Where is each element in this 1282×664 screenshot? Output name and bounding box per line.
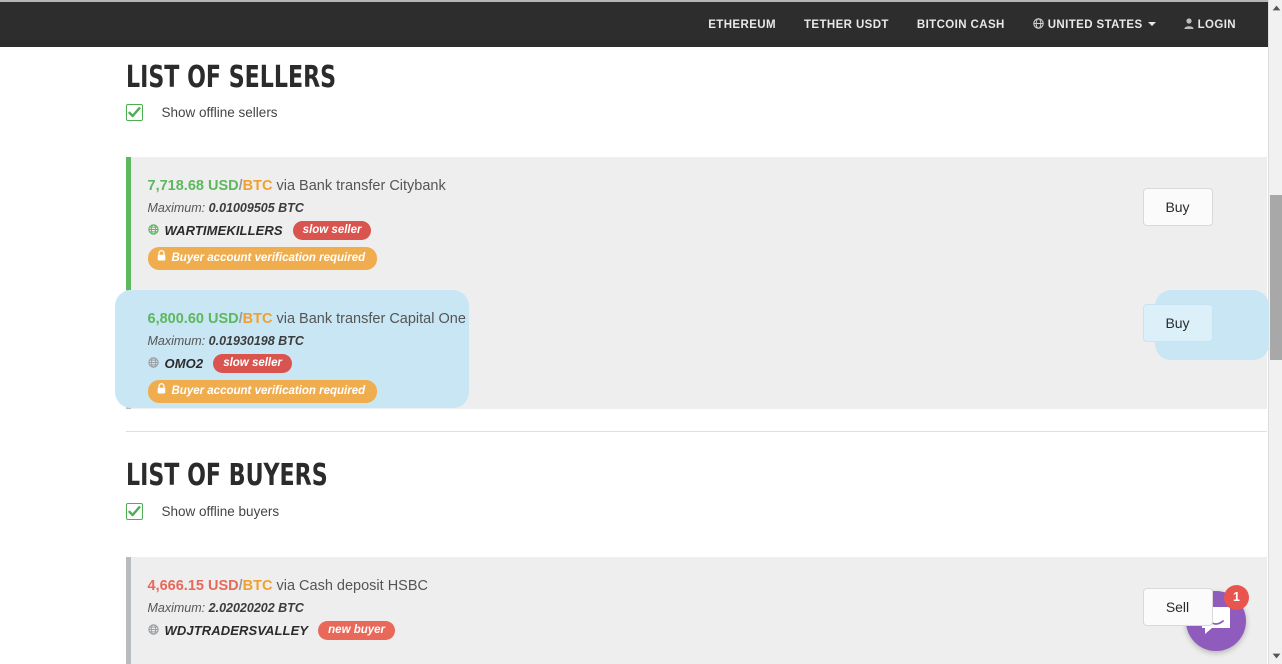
trader-speed-badge: slow seller [213, 353, 292, 374]
show-offline-buyers-row[interactable]: Show offline buyers [125, 503, 280, 520]
globe-online-icon [147, 222, 159, 240]
price-line: 4,666.15 USD/BTC via Cash deposit HSBC [147, 578, 429, 595]
price-value: 7,718.68 [147, 178, 204, 194]
maximum-label: Maximum: [147, 600, 206, 615]
show-offline-buyers-label: Show offline buyers [161, 504, 280, 519]
maximum-line: Maximum: 2.02020202 BTC [148, 601, 429, 615]
currency-to: BTC [242, 311, 273, 327]
verification-required-text: Buyer account verification required [171, 384, 366, 397]
payment-method: via Bank transfer Citybank [276, 178, 446, 194]
sellers-section-title: LIST OF SELLERS [125, 60, 336, 95]
seller-listing-row[interactable]: 7,718.68 USD/BTC via Bank transfer Cityb… [125, 157, 1267, 290]
page-scrollbar[interactable] [1268, 0, 1282, 664]
trader-line: WARTIMEKILLERS slow seller [147, 220, 446, 241]
verification-required-text: Buyer account verification required [171, 251, 366, 264]
nav-item-tether-usdt[interactable]: TETHER USDT [790, 19, 903, 31]
nav-item-bitcoin-cash-label: BITCOIN CASH [916, 18, 1005, 31]
maximum-line: Maximum: 0.01009505 BTC [148, 201, 446, 215]
maximum-line: Maximum: 0.01930198 BTC [148, 334, 466, 348]
nav-item-login[interactable]: LOGIN [1170, 17, 1250, 32]
nav-item-tether-usdt-label: TETHER USDT [803, 18, 889, 31]
seller-listing-row[interactable]: 6,800.60 USD/BTC via Bank transfer Capit… [125, 290, 1267, 409]
seller-listing-info: 6,800.60 USD/BTC via Bank transfer Capit… [126, 290, 466, 403]
maximum-label: Maximum: [147, 200, 206, 215]
maximum-value: 0.01930198 BTC [208, 333, 304, 348]
nav-item-country-label: UNITED STATES [1047, 18, 1143, 31]
globe-offline-icon [147, 622, 159, 640]
seller-action: Buy [1142, 188, 1213, 226]
lock-icon [157, 250, 166, 265]
price-value: 6,800.60 [147, 311, 204, 327]
globe-offline-icon [147, 355, 159, 373]
lock-icon [157, 383, 166, 398]
page-content: LIST OF SELLERS Show offline sellers 7,7… [0, 47, 1269, 664]
show-offline-sellers-row[interactable]: Show offline sellers [125, 104, 278, 121]
chevron-down-icon [1147, 21, 1156, 26]
price-value: 4,666.15 [147, 578, 204, 594]
nav-item-ethereum-label: ETHEREUM [708, 18, 776, 31]
payment-method: via Cash deposit HSBC [276, 578, 428, 594]
user-icon [1183, 17, 1194, 32]
trader-name[interactable]: WARTIMEKILLERS [165, 223, 283, 238]
show-offline-sellers-label: Show offline sellers [161, 105, 278, 120]
nav-item-country-selector[interactable]: UNITED STATES [1019, 17, 1170, 32]
trader-speed-badge: slow seller [292, 220, 372, 241]
nav-item-bitcoin-cash[interactable]: BITCOIN CASH [903, 19, 1019, 31]
seller-action: Buy [1142, 304, 1213, 342]
scroll-up-arrow-icon[interactable] [1269, 0, 1282, 16]
buyer-action: Sell [1142, 588, 1213, 626]
globe-icon [1032, 17, 1044, 32]
top-navigation-bar: ETHEREUM TETHER USDT BITCOIN CASH UNITED… [0, 0, 1268, 47]
intercom-unread-badge: 1 [1224, 585, 1249, 610]
trader-line: WDJTRADERSVALLEY new buyer [147, 620, 429, 641]
maximum-value: 2.02020202 BTC [208, 600, 304, 615]
scrollbar-thumb[interactable] [1270, 195, 1282, 360]
seller-listing-info: 7,718.68 USD/BTC via Bank transfer Cityb… [126, 157, 446, 270]
section-divider [125, 431, 1267, 432]
trader-type-badge: new buyer [318, 620, 396, 641]
trader-line: OMO2 slow seller [147, 353, 466, 374]
maximum-value: 0.01009505 BTC [208, 200, 304, 215]
verification-required-badge: Buyer account verification required [147, 380, 378, 403]
buyer-listing-row[interactable]: 4,666.15 USD/BTC via Cash deposit HSBC M… [125, 557, 1267, 664]
currency-to: BTC [242, 578, 273, 594]
currency-from: USD [207, 311, 239, 327]
verification-required-badge: Buyer account verification required [147, 247, 378, 270]
currency-from: USD [207, 178, 239, 194]
buy-button[interactable]: Buy [1142, 188, 1213, 226]
currency-to: BTC [242, 178, 273, 194]
trader-name[interactable]: OMO2 [165, 356, 204, 371]
payment-method: via Bank transfer Capital One [276, 311, 466, 327]
nav-item-ethereum[interactable]: ETHEREUM [694, 19, 790, 31]
price-line: 6,800.60 USD/BTC via Bank transfer Capit… [147, 311, 466, 328]
sell-button[interactable]: Sell [1142, 588, 1213, 626]
currency-from: USD [207, 578, 239, 594]
price-line: 7,718.68 USD/BTC via Bank transfer Cityb… [147, 178, 446, 195]
buyer-listing-info: 4,666.15 USD/BTC via Cash deposit HSBC M… [126, 557, 429, 641]
nav-links: ETHEREUM TETHER USDT BITCOIN CASH UNITED… [694, 17, 1250, 32]
show-offline-sellers-checkbox[interactable] [125, 104, 143, 121]
scroll-down-arrow-icon[interactable] [1269, 648, 1282, 664]
show-offline-buyers-checkbox[interactable] [125, 503, 143, 520]
trader-name[interactable]: WDJTRADERSVALLEY [165, 623, 309, 638]
nav-item-login-label: LOGIN [1197, 18, 1236, 31]
maximum-label: Maximum: [147, 333, 206, 348]
buy-button[interactable]: Buy [1142, 304, 1213, 342]
buyers-section-title: LIST OF BUYERS [125, 458, 328, 493]
